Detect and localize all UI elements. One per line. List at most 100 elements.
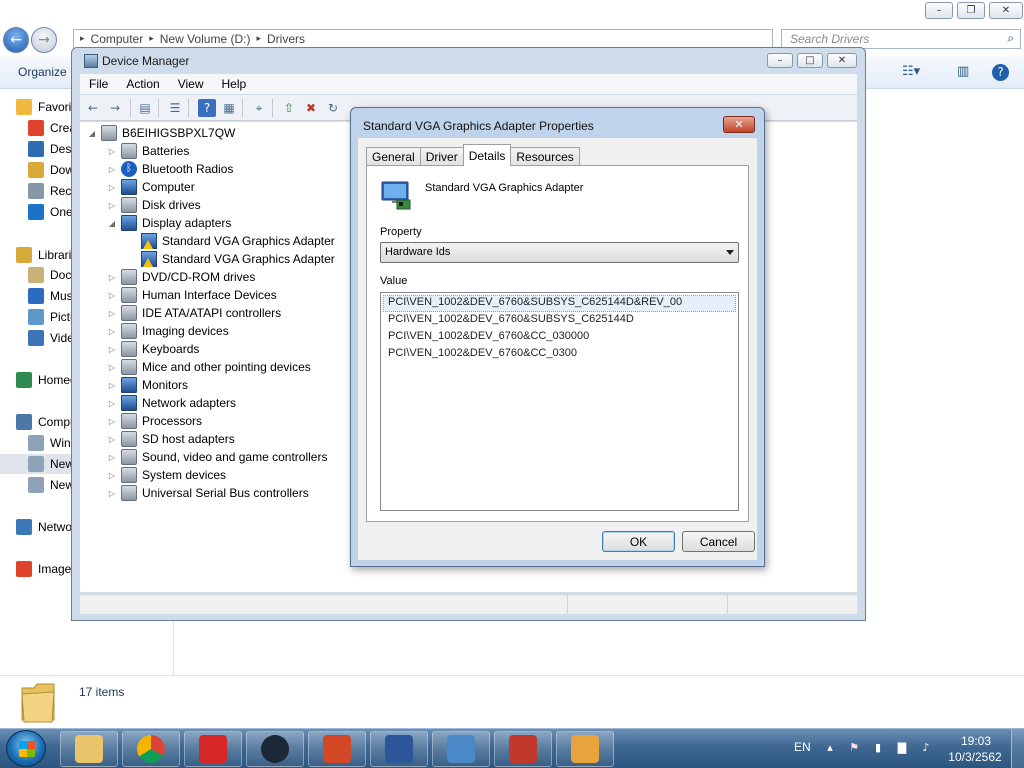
nav-item-recent-places[interactable]: Recent Places — [0, 181, 72, 201]
action-center-icon[interactable]: ⚑ — [847, 741, 861, 755]
network-signal-icon[interactable]: ▇ — [895, 741, 909, 755]
address-bar[interactable]: ▸ Computer ▸ New Volume (D:) ▸ Drivers — [73, 29, 773, 49]
back-arrow-icon[interactable]: ← — [84, 99, 102, 117]
expand-arrow-icon[interactable]: ▷ — [106, 291, 118, 300]
nav-item-videos[interactable]: Videos — [0, 328, 72, 348]
tree-category[interactable]: ▷ Computer — [106, 178, 195, 196]
nav-item-downloads[interactable]: Downloads — [0, 160, 72, 180]
nav-item-new-volume-e[interactable]: New Volume (E:) — [0, 475, 72, 495]
expand-arrow-icon[interactable]: ▷ — [106, 363, 118, 372]
tree-root-computer[interactable]: ◢ B6EIHIGSBPXL7QW — [86, 124, 235, 142]
tab-general[interactable]: General — [366, 147, 421, 166]
nav-item-favorites[interactable]: Favorites — [0, 97, 72, 117]
uninstall-device-icon[interactable]: ✖ — [302, 99, 320, 117]
list-item[interactable]: PCI\VEN_1002&DEV_6760&SUBSYS_C625144D&RE… — [383, 295, 736, 312]
expand-arrow-icon[interactable]: ▷ — [106, 183, 118, 192]
tree-category[interactable]: ▷ Universal Serial Bus controllers — [106, 484, 309, 502]
help-icon[interactable]: ? — [198, 99, 216, 117]
value-list[interactable]: PCI\VEN_1002&DEV_6760&SUBSYS_C625144D&RE… — [380, 292, 739, 511]
menu-help[interactable]: Help — [213, 77, 256, 91]
nav-item-new-volume-d[interactable]: New Volume (D:) — [0, 454, 72, 474]
expand-arrow-icon[interactable]: ▷ — [106, 453, 118, 462]
show-hidden-icons-icon[interactable]: ▴ — [823, 741, 837, 755]
nav-item-homegroup[interactable]: Homegroup — [0, 370, 72, 390]
menu-file[interactable]: File — [80, 77, 117, 91]
nav-item-onedrive[interactable]: OneDrive — [0, 202, 72, 222]
organize-button[interactable]: Organize — [18, 65, 67, 79]
start-button[interactable] — [6, 730, 46, 767]
nav-item-creative-cloud-files[interactable]: Creative Cloud Files — [0, 118, 72, 138]
breadcrumb-drivers[interactable]: Drivers — [267, 32, 305, 46]
tree-category[interactable]: ▷ Monitors — [106, 376, 188, 394]
tree-device[interactable]: Standard VGA Graphics Adapter — [126, 250, 335, 268]
list-item[interactable]: PCI\VEN_1002&DEV_6760&CC_0300 — [383, 346, 736, 363]
taskbar-paint[interactable] — [556, 731, 614, 767]
tree-category[interactable]: ▷ DVD/CD-ROM drives — [106, 268, 255, 286]
console-icon[interactable]: ▦ — [220, 99, 238, 117]
scan-hardware-icon[interactable]: ⌖ — [250, 99, 268, 117]
close-button[interactable]: ✕ — [723, 116, 755, 133]
taskbar-windows-explorer[interactable] — [60, 731, 118, 767]
taskbar-control-panel[interactable] — [432, 731, 490, 767]
tree-category[interactable]: ▷ Network adapters — [106, 394, 236, 412]
breadcrumb-computer[interactable]: Computer — [91, 32, 144, 46]
taskbar-powerpoint[interactable] — [308, 731, 366, 767]
expand-arrow-icon[interactable]: ▷ — [106, 327, 118, 336]
expand-arrow-icon[interactable]: ▷ — [106, 489, 118, 498]
tree-category[interactable]: ▷ Imaging devices — [106, 322, 229, 340]
nav-item-desktop[interactable]: Desktop — [0, 139, 72, 159]
expand-arrow-icon[interactable]: ▷ — [106, 147, 118, 156]
tree-category[interactable]: ▷ Processors — [106, 412, 202, 430]
view-options-icon[interactable]: ☷▾ — [902, 64, 920, 79]
tree-device[interactable]: Standard VGA Graphics Adapter — [126, 232, 335, 250]
nav-item-pictures[interactable]: Pictures — [0, 307, 72, 327]
nav-item-documents[interactable]: Documents — [0, 265, 72, 285]
expand-arrow-icon[interactable]: ▷ — [106, 201, 118, 210]
clock-date[interactable]: 10/3/2562 — [945, 750, 1005, 764]
nav-item-image[interactable]: Image — [0, 559, 72, 579]
collapse-arrow-icon[interactable]: ◢ — [86, 129, 98, 138]
tree-category[interactable]: ▷ IDE ATA/ATAPI controllers — [106, 304, 281, 322]
language-indicator[interactable]: EN — [794, 740, 811, 754]
restore-button[interactable]: ❐ — [957, 2, 985, 19]
forward-arrow-icon[interactable]: → — [106, 99, 124, 117]
expand-arrow-icon[interactable]: ▷ — [106, 309, 118, 318]
preview-pane-icon[interactable]: ▥ — [957, 64, 969, 79]
nav-item-libraries[interactable]: Libraries — [0, 245, 72, 265]
menu-view[interactable]: View — [169, 77, 213, 91]
minimize-button[interactable]: – — [767, 53, 793, 68]
taskbar-word[interactable] — [370, 731, 428, 767]
nav-item-computer[interactable]: Computer — [0, 412, 72, 432]
search-icon[interactable]: ⌕ — [1007, 31, 1014, 46]
expand-arrow-icon[interactable]: ▷ — [106, 345, 118, 354]
show-hide-console-tree-icon[interactable]: ▤ — [136, 99, 154, 117]
show-desktop-button[interactable] — [1011, 729, 1024, 768]
expand-arrow-icon[interactable]: ▷ — [106, 435, 118, 444]
tab-resources[interactable]: Resources — [510, 147, 580, 166]
nav-item-windows-c[interactable]: Windows (C:) — [0, 433, 72, 453]
tree-category[interactable]: ▷ Batteries — [106, 142, 189, 160]
tree-category[interactable]: ▷ Sound, video and game controllers — [106, 448, 327, 466]
maximize-button[interactable]: □ — [797, 53, 823, 68]
expand-arrow-icon[interactable]: ▷ — [106, 273, 118, 282]
expand-arrow-icon[interactable]: ▷ — [106, 417, 118, 426]
taskbar-toolbox[interactable] — [494, 731, 552, 767]
list-item[interactable]: PCI\VEN_1002&DEV_6760&SUBSYS_C625144D — [383, 312, 736, 329]
tree-category[interactable]: ▷ Keyboards — [106, 340, 199, 358]
tab-driver[interactable]: Driver — [419, 147, 464, 166]
property-dropdown[interactable]: Hardware Ids — [380, 242, 739, 263]
close-button[interactable]: ✕ — [989, 2, 1023, 19]
tree-category[interactable]: ▷ Mice and other pointing devices — [106, 358, 311, 376]
tree-category[interactable]: ▷ Disk drives — [106, 196, 201, 214]
list-item[interactable]: PCI\VEN_1002&DEV_6760&CC_030000 — [383, 329, 736, 346]
search-input[interactable]: Search Drivers ⌕ — [781, 29, 1021, 49]
forward-button[interactable]: → — [31, 27, 57, 53]
tab-details[interactable]: Details — [462, 144, 512, 166]
tree-category[interactable]: ◢ Display adapters — [106, 214, 231, 232]
power-icon[interactable]: ▮ — [871, 741, 885, 755]
update-driver-icon[interactable]: ⇧ — [280, 99, 298, 117]
tree-category[interactable]: ▷ System devices — [106, 466, 226, 484]
disable-device-icon[interactable]: ↻ — [324, 99, 342, 117]
expand-arrow-icon[interactable]: ▷ — [106, 165, 118, 174]
nav-item-network[interactable]: Network — [0, 517, 72, 537]
